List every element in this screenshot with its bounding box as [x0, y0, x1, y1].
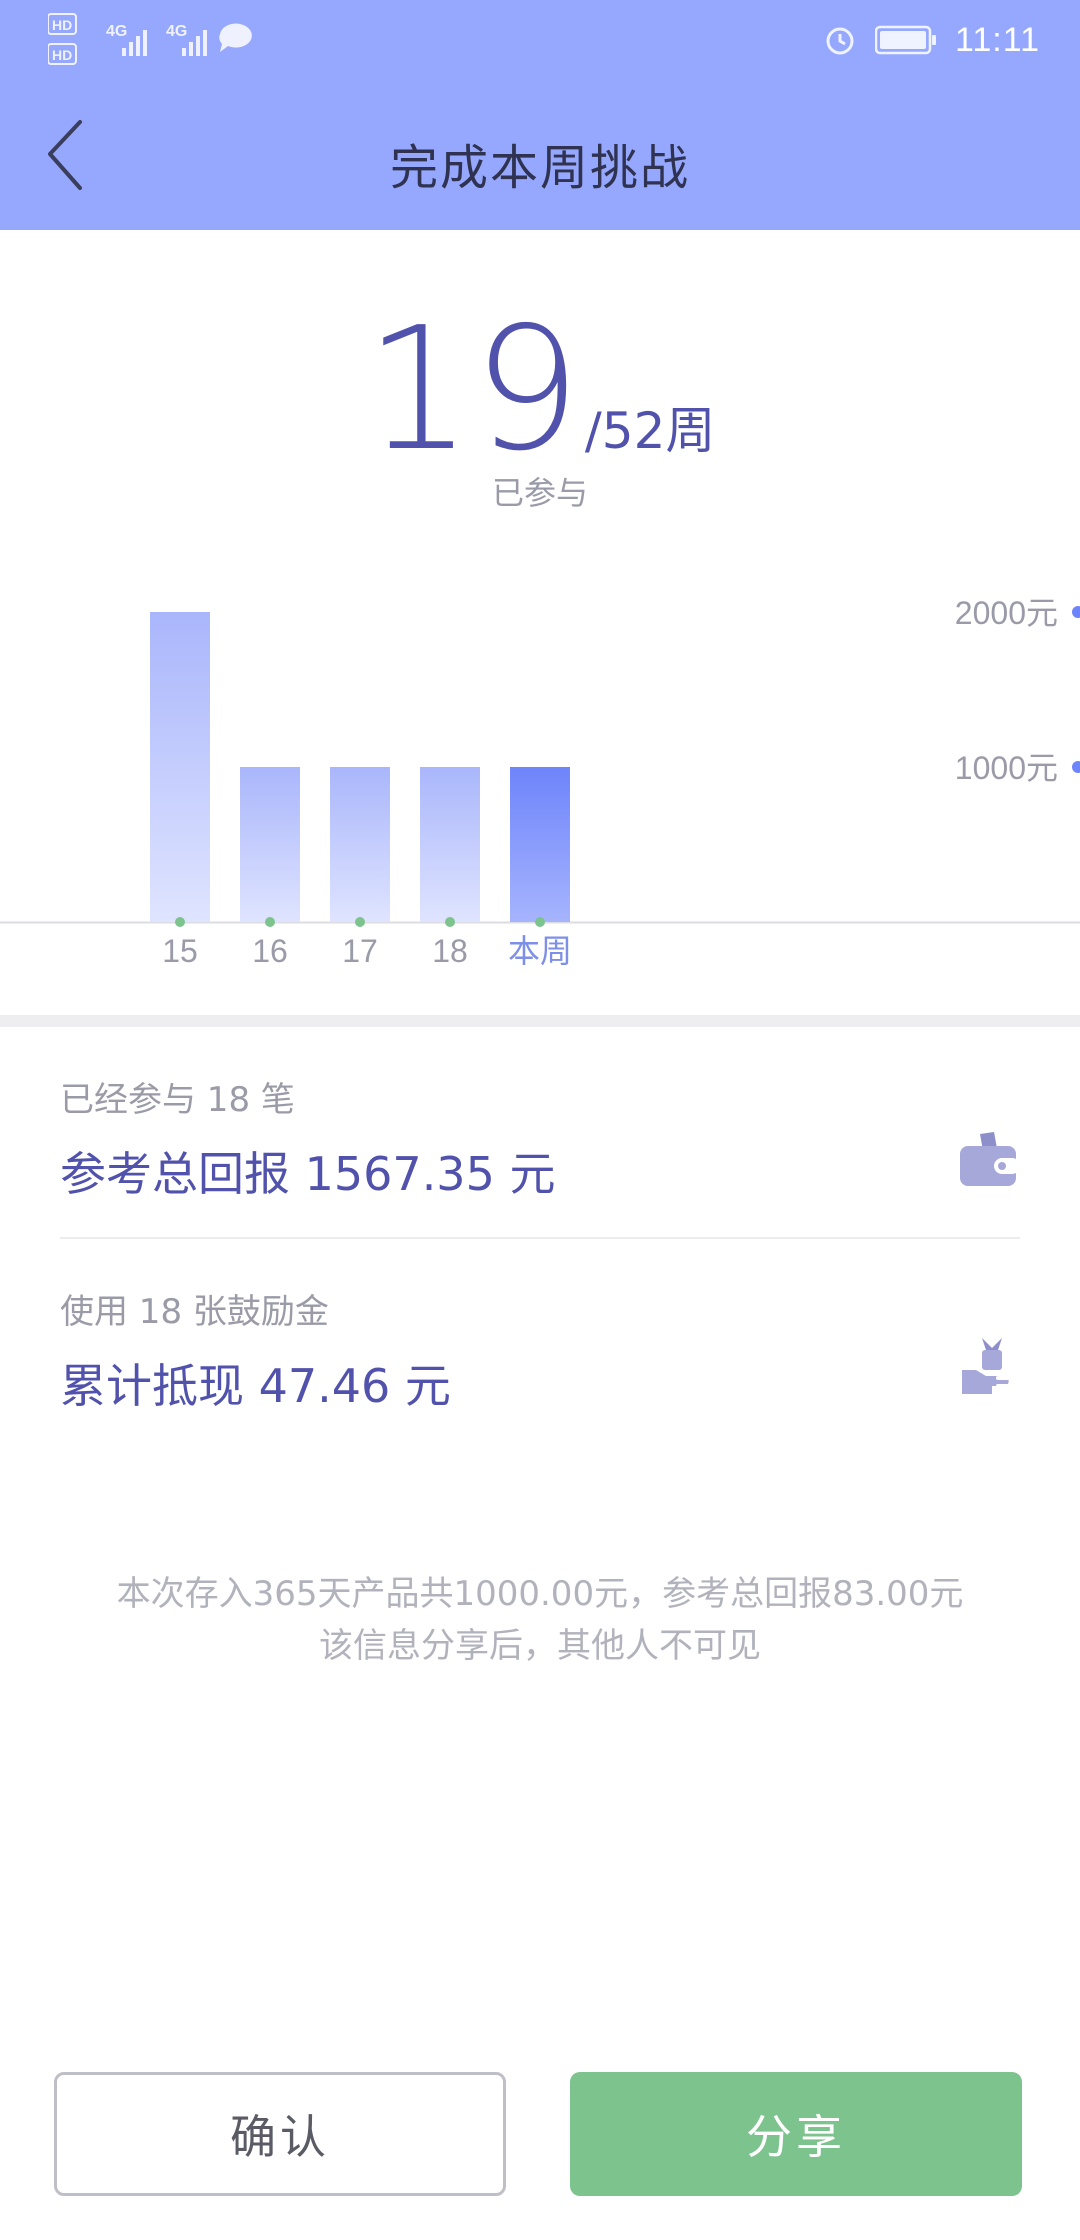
chart-bar-dot [445, 917, 455, 927]
chart-bar-18 [420, 767, 480, 922]
confirm-button[interactable]: 确认 [54, 2072, 506, 2196]
chart-bar-16 [240, 767, 300, 922]
page-title: 完成本周挑战 [389, 140, 690, 196]
chart-bar-current [510, 767, 570, 922]
x-tick-label: 15 [162, 933, 198, 969]
x-tick-label: 本周 [508, 933, 572, 969]
share-button[interactable]: 分享 [570, 2072, 1022, 2196]
chart-bar-17 [330, 767, 390, 922]
message-icon [219, 23, 252, 52]
chart-bar-dot [175, 917, 185, 927]
battery-icon [874, 25, 936, 55]
chart-bar-dot [355, 917, 365, 927]
share-note-line1: 本次存入365天产品共1000.00元，参考总回报83.00元 [116, 1574, 964, 1614]
share-note: 本次存入365天产品共1000.00元，参考总回报83.00元 该信息分享后，其… [0, 1568, 1080, 1672]
weeks-count: 19 [364, 291, 581, 489]
y-tick-label: 2000元 [955, 595, 1058, 631]
sim2-label: HD [52, 47, 72, 63]
vouchers-subtitle: 使用 18 张鼓励金 [60, 1292, 329, 1332]
sim1-label: HD [52, 17, 72, 33]
chart-bar-dot [265, 917, 275, 927]
share-note-line2: 该信息分享后，其他人不可见 [319, 1626, 761, 1666]
participation-subtitle: 已经参与 18 笔 [60, 1080, 295, 1120]
chart-bar-15 [150, 612, 210, 922]
weeks-progress: 19/52周 [0, 300, 1080, 480]
x-tick-label: 16 [252, 933, 288, 969]
row-separator [60, 1237, 1020, 1239]
status-time: 11:11 [954, 20, 1040, 59]
chart-bar-dot [535, 917, 545, 927]
x-tick-label: 17 [342, 933, 378, 969]
participation-return: 参考总回报 1567.35 元 [60, 1147, 556, 1201]
network1-label: 4G [106, 23, 127, 40]
section-divider [0, 1015, 1080, 1027]
network2-label: 4G [166, 23, 187, 40]
status-bar-left: HD HD 4G 4G [47, 12, 288, 72]
signal-icons: HD HD 4G 4G [47, 13, 252, 65]
weeks-total: /52周 [584, 402, 716, 460]
y-tick-marker [1072, 761, 1080, 773]
cash-hand-icon [958, 1336, 1022, 1400]
wallet-icon [958, 1128, 1022, 1192]
weeks-caption: 已参与 [491, 474, 588, 512]
weekly-deposit-chart: 2000元 1000元 15 16 17 18 本周 [0, 595, 1080, 969]
y-tick-label: 1000元 [955, 750, 1058, 786]
status-bar-right: 11:11 [823, 18, 1040, 62]
y-tick-marker [1072, 606, 1080, 618]
x-tick-label: 18 [432, 933, 468, 969]
vouchers-deduction: 累计抵现 47.46 元 [60, 1359, 451, 1413]
alarm-icon [826, 27, 854, 55]
